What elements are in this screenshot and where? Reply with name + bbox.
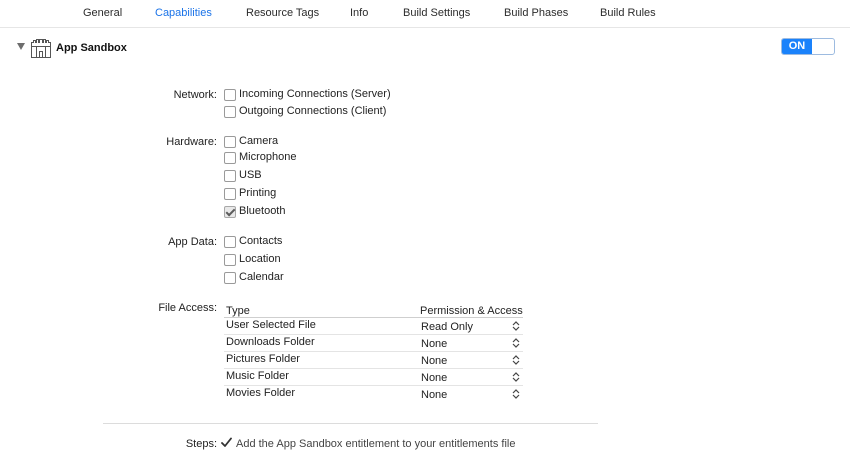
checkbox-label: Bluetooth (239, 205, 286, 217)
tab-resource-tags[interactable]: Resource Tags (246, 7, 319, 19)
checkmark-icon (221, 437, 232, 447)
permission-select[interactable]: None (421, 389, 447, 401)
updown-arrows-icon[interactable] (512, 389, 520, 399)
app-sandbox-toggle[interactable]: ON (781, 38, 835, 55)
tab-capabilities[interactable]: Capabilities (155, 7, 212, 19)
checkbox-box[interactable] (224, 236, 236, 248)
checkbox-label: USB (239, 169, 262, 181)
checkbox-label: Location (239, 253, 281, 265)
steps-divider (103, 423, 598, 424)
checkbox-box[interactable] (224, 136, 236, 148)
table-row[interactable]: Downloads Folder None (224, 335, 523, 352)
checkbox-label: Outgoing Connections (Client) (239, 105, 387, 117)
toggle-on-label: ON (782, 39, 812, 54)
step-item: Add the App Sandbox entitlement to your … (236, 438, 516, 450)
checkbox-label: Microphone (239, 151, 297, 163)
updown-arrows-icon[interactable] (512, 338, 520, 348)
table-row[interactable]: Music Folder None (224, 369, 523, 386)
file-type: Music Folder (226, 370, 289, 382)
tab-bar: General Capabilities Resource Tags Info … (0, 0, 850, 26)
castle-icon (31, 39, 51, 58)
file-type: Downloads Folder (226, 336, 315, 348)
file-access-label: File Access: (158, 302, 217, 314)
updown-arrows-icon[interactable] (512, 372, 520, 382)
checkbox-label: Camera (239, 135, 279, 147)
checkbox-box[interactable] (224, 152, 236, 164)
checkbox-label: Contacts (239, 235, 283, 247)
file-type: Movies Folder (226, 387, 296, 399)
section-title: App Sandbox (56, 42, 127, 54)
checkbox-label: Calendar (239, 271, 284, 283)
checkbox-label: Printing (239, 187, 277, 199)
tab-bar-divider (0, 27, 850, 28)
app-data-label: App Data: (168, 236, 217, 248)
checkbox-box[interactable] (224, 254, 236, 266)
updown-arrows-icon[interactable] (512, 355, 520, 365)
tab-build-settings[interactable]: Build Settings (403, 7, 470, 19)
checkbox-box[interactable] (224, 188, 236, 200)
column-header-permission[interactable]: Permission & Access (420, 305, 523, 317)
file-type: User Selected File (226, 319, 316, 331)
column-header-type[interactable]: Type (226, 305, 250, 317)
checkbox-box[interactable] (224, 272, 236, 284)
checkbox-box[interactable] (224, 106, 236, 118)
tab-info[interactable]: Info (350, 7, 368, 19)
table-row[interactable]: Movies Folder None (224, 386, 523, 403)
tab-general[interactable]: General (83, 7, 122, 19)
permission-select[interactable]: None (421, 338, 447, 350)
file-type: Pictures Folder (226, 353, 300, 365)
disclosure-triangle-icon[interactable] (17, 43, 25, 50)
table-row[interactable]: Pictures Folder None (224, 352, 523, 369)
permission-select[interactable]: None (421, 372, 447, 384)
checkbox-box[interactable] (224, 206, 236, 218)
tab-build-phases[interactable]: Build Phases (504, 7, 568, 19)
updown-arrows-icon[interactable] (512, 321, 520, 331)
checkbox-box[interactable] (224, 89, 236, 101)
table-row[interactable]: User Selected File Read Only (224, 318, 523, 335)
network-label: Network: (173, 89, 217, 101)
hardware-label: Hardware: (166, 136, 217, 148)
checkbox-label: Incoming Connections (Server) (239, 88, 391, 100)
tab-build-rules[interactable]: Build Rules (600, 7, 656, 19)
checkbox-box[interactable] (224, 170, 236, 182)
steps-label: Steps: (185, 438, 217, 450)
permission-select[interactable]: Read Only (421, 321, 473, 333)
permission-select[interactable]: None (421, 355, 447, 367)
